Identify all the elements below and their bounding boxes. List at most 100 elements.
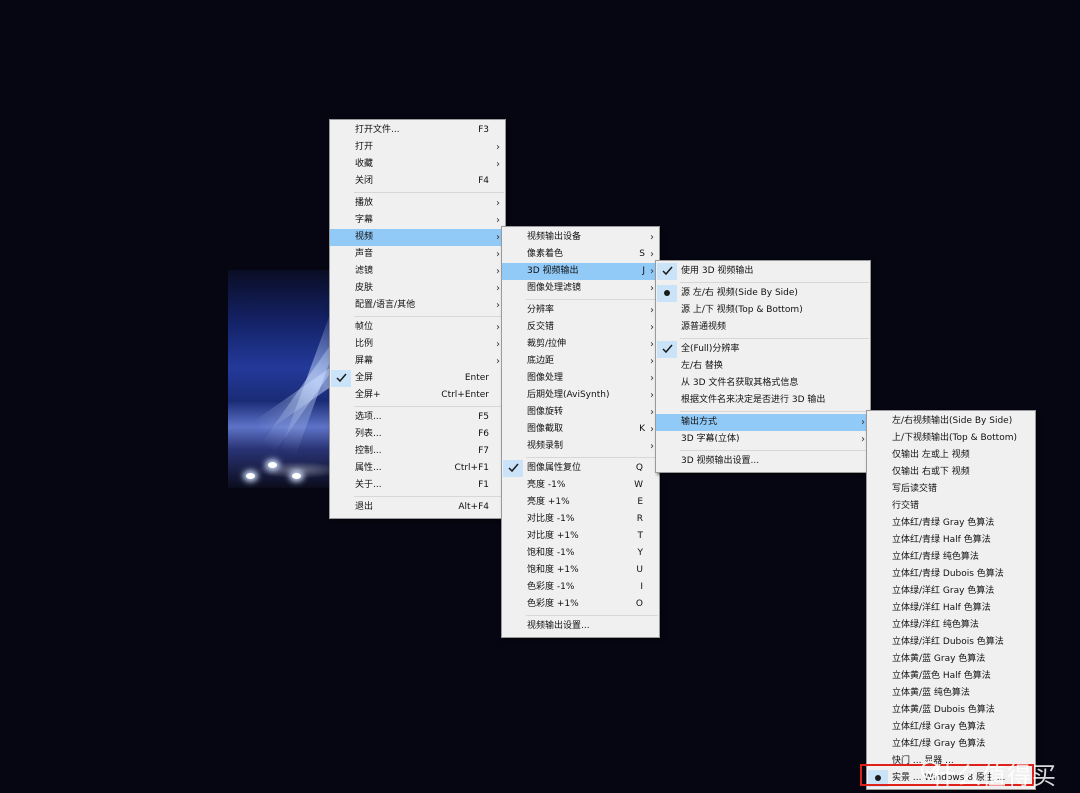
menu-main-item[interactable]: 字幕 › — [330, 212, 505, 229]
menu-separator — [680, 338, 869, 339]
menu-item-label: 左/右视频输出(Side By Side) — [892, 416, 1013, 426]
menu-main-item[interactable]: 全屏 Enter — [330, 370, 505, 387]
menu-3d-item[interactable]: 源普通视频 — [656, 319, 870, 336]
menu-output-item[interactable]: 上/下视频输出(Top & Bottom) — [867, 430, 1035, 447]
menu-output-item[interactable]: 立体绿/洋红 Dubois 色算法 — [867, 634, 1035, 651]
menu-3d-item[interactable]: 根据文件名来决定是否进行 3D 输出 — [656, 392, 870, 409]
menu-main-item[interactable]: 关于... F1 — [330, 477, 505, 494]
menu-item-label: 根据文件名来决定是否进行 3D 输出 — [681, 395, 826, 405]
menu-3d-item[interactable]: 输出方式 › — [656, 414, 870, 431]
menu-output-item[interactable]: 立体绿/洋红 纯色算法 — [867, 617, 1035, 634]
menu-video-item[interactable]: 对比度 +1% T — [502, 528, 659, 545]
menu-item-label: 源 上/下 视频(Top & Bottom) — [681, 305, 803, 315]
menu-output-item[interactable]: 立体绿/洋红 Half 色算法 — [867, 600, 1035, 617]
menu-video-item[interactable]: 3D 视频输出 J › — [502, 263, 659, 280]
menu-main-item[interactable]: 声音 › — [330, 246, 505, 263]
menu-video-item[interactable]: 图像截取 K › — [502, 421, 659, 438]
chevron-right-icon: › — [650, 356, 654, 367]
menu-main-item[interactable]: 皮肤 › — [330, 280, 505, 297]
menu-item-shortcut: O — [635, 599, 643, 609]
menu-output-item[interactable]: 立体黄/蓝 Gray 色算法 — [867, 651, 1035, 668]
menu-main-item[interactable]: 选项... F5 — [330, 409, 505, 426]
chevron-right-icon: › — [496, 322, 500, 333]
menu-video-item[interactable]: 亮度 +1% E — [502, 494, 659, 511]
menu-main-item[interactable]: 列表... F6 — [330, 426, 505, 443]
chevron-right-icon: › — [650, 441, 654, 452]
menu-item-label: 色彩度 +1% — [527, 599, 579, 609]
submenu-output-mode: 左/右视频输出(Side By Side) 上/下视频输出(Top & Botto… — [866, 410, 1036, 790]
menu-video-item[interactable]: 色彩度 -1% I — [502, 579, 659, 596]
menu-item-label: 从 3D 文件名获取其格式信息 — [681, 378, 799, 388]
menu-video-item[interactable]: 底边距 › — [502, 353, 659, 370]
menu-main-item[interactable]: 打开 › — [330, 139, 505, 156]
menu-main-item[interactable]: 打开文件... F3 — [330, 122, 505, 139]
menu-main-item[interactable]: 帧位 › — [330, 319, 505, 336]
menu-video-item[interactable]: 色彩度 +1% O — [502, 596, 659, 613]
menu-item-label: 属性... — [355, 463, 382, 473]
menu-main-item[interactable]: 播放 › — [330, 195, 505, 212]
menu-output-item[interactable]: 立体红/绿 Gray 色算法 — [867, 736, 1035, 753]
menu-video-item[interactable]: 饱和度 -1% Y — [502, 545, 659, 562]
menu-video-item[interactable]: 饱和度 +1% U — [502, 562, 659, 579]
menu-3d-item[interactable]: 源 上/下 视频(Top & Bottom) — [656, 302, 870, 319]
chevron-right-icon: › — [650, 232, 654, 243]
menu-output-item[interactable]: 立体黄/蓝 纯色算法 — [867, 685, 1035, 702]
menu-main-item[interactable]: 全屏+ Ctrl+Enter — [330, 387, 505, 404]
menu-main-item[interactable]: 屏幕 › — [330, 353, 505, 370]
menu-output-item[interactable]: 立体红/青绿 Half 色算法 — [867, 532, 1035, 549]
menu-output-item[interactable]: 立体红/青绿 Gray 色算法 — [867, 515, 1035, 532]
menu-main-item[interactable]: 滤镜 › — [330, 263, 505, 280]
menu-3d-item[interactable]: 左/右 替换 — [656, 358, 870, 375]
menu-item-label: 立体绿/洋红 纯色算法 — [892, 620, 979, 630]
menu-item-shortcut: F7 — [478, 446, 489, 456]
menu-video-item[interactable]: 反交错 › — [502, 319, 659, 336]
menu-item-label: 播放 — [355, 198, 374, 208]
menu-main-item[interactable]: 属性... Ctrl+F1 — [330, 460, 505, 477]
menu-main-item[interactable]: 控制... F7 — [330, 443, 505, 460]
menu-output-item[interactable]: 立体黄/蓝色 Half 色算法 — [867, 668, 1035, 685]
menu-video-item[interactable]: 视频输出设备 › — [502, 229, 659, 246]
menu-video-item[interactable]: 图像属性复位 Q — [502, 460, 659, 477]
menu-output-item[interactable]: 立体黄/蓝 Dubois 色算法 — [867, 702, 1035, 719]
menu-output-item[interactable]: 写后读交错 — [867, 481, 1035, 498]
menu-main-item[interactable]: 退出 Alt+F4 — [330, 499, 505, 516]
menu-video-item[interactable]: 裁剪/拉伸 › — [502, 336, 659, 353]
menu-video-item[interactable]: 视频录制 › — [502, 438, 659, 455]
menu-main-item[interactable]: 比例 › — [330, 336, 505, 353]
menu-output-item[interactable]: 行交错 — [867, 498, 1035, 515]
menu-3d-item[interactable]: 3D 视频输出设置... — [656, 453, 870, 470]
menu-3d-item[interactable]: 源 左/右 视频(Side By Side) — [656, 285, 870, 302]
menu-3d-item[interactable]: 使用 3D 视频输出 — [656, 263, 870, 280]
menu-3d-item[interactable]: 全(Full)分辨率 — [656, 341, 870, 358]
menu-video-item[interactable]: 亮度 -1% W — [502, 477, 659, 494]
menu-output-item[interactable]: 立体红/青绿 Dubois 色算法 — [867, 566, 1035, 583]
menu-item-shortcut: Enter — [464, 373, 489, 383]
menu-video-item[interactable]: 分辨率 › — [502, 302, 659, 319]
menu-3d-item[interactable]: 从 3D 文件名获取其格式信息 — [656, 375, 870, 392]
menu-3d-item[interactable]: 3D 字幕(立体) › — [656, 431, 870, 448]
menu-output-item[interactable]: 立体红/绿 Gray 色算法 — [867, 719, 1035, 736]
menu-item-label: 分辨率 — [527, 305, 555, 315]
menu-video-item[interactable]: 对比度 -1% R — [502, 511, 659, 528]
menu-item-label: 控制... — [355, 446, 382, 456]
checkmark-icon — [657, 341, 677, 358]
menu-output-item[interactable]: 仅输出 左或上 视频 — [867, 447, 1035, 464]
menu-video-item[interactable]: 图像处理 › — [502, 370, 659, 387]
menu-main-item[interactable]: 视频 › — [330, 229, 505, 246]
menu-video-item[interactable]: 像素着色 S › — [502, 246, 659, 263]
menu-video-item[interactable]: 后期处理(AviSynth) › — [502, 387, 659, 404]
menu-main-item[interactable]: 收藏 › — [330, 156, 505, 173]
menu-output-item[interactable]: 仅输出 右或下 视频 — [867, 464, 1035, 481]
menu-output-item[interactable]: 左/右视频输出(Side By Side) — [867, 413, 1035, 430]
menu-item-label: 视频输出设备 — [527, 232, 582, 242]
menu-main-item[interactable]: 关闭 F4 — [330, 173, 505, 190]
menu-main-item[interactable]: 配置/语言/其他 › — [330, 297, 505, 314]
chevron-right-icon: › — [496, 249, 500, 260]
menu-output-item[interactable]: 立体红/青绿 纯色算法 — [867, 549, 1035, 566]
menu-video-item[interactable]: 图像旋转 › — [502, 404, 659, 421]
menu-item-label: 源普通视频 — [681, 322, 727, 332]
menu-item-label: 饱和度 -1% — [527, 548, 575, 558]
menu-video-item[interactable]: 视频输出设置... — [502, 618, 659, 635]
menu-video-item[interactable]: 图像处理滤镜 › — [502, 280, 659, 297]
menu-output-item[interactable]: 立体绿/洋红 Gray 色算法 — [867, 583, 1035, 600]
